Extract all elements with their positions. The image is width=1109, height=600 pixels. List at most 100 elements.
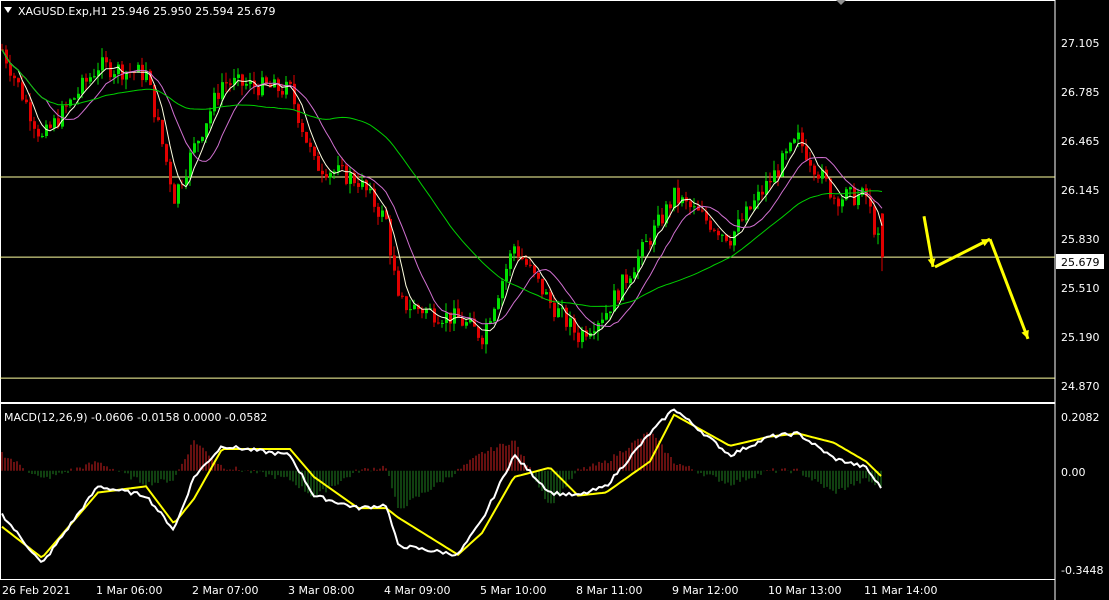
price-pane-border (0, 0, 1056, 403)
candle-body (237, 74, 240, 78)
candle (381, 205, 384, 222)
candle-body (113, 74, 116, 78)
candle-body (337, 165, 340, 172)
candle-body (777, 170, 780, 177)
trading-chart[interactable]: XAGUSD.Exp,H1 25.946 25.950 25.594 25.67… (0, 0, 1109, 600)
candle (93, 68, 96, 79)
triangle-down-icon[interactable] (4, 7, 12, 13)
candle (313, 145, 316, 161)
candle (377, 202, 380, 225)
candle (273, 74, 276, 88)
candle-body (501, 281, 504, 299)
candle-body (657, 214, 660, 226)
candle-body (157, 117, 160, 121)
candle (233, 68, 236, 91)
candle (677, 179, 680, 213)
candle-body (229, 83, 232, 85)
candle-body (525, 259, 528, 265)
candle (85, 73, 88, 90)
candle-body (761, 191, 764, 195)
horizontal-levels[interactable] (0, 176, 1055, 379)
candle (241, 73, 244, 96)
candle (345, 163, 348, 186)
candle (317, 152, 320, 172)
price-tick: 27.105 (1061, 37, 1100, 50)
candle-body (437, 322, 440, 324)
candle (193, 137, 196, 156)
candle-body (53, 118, 56, 128)
candle-body (461, 317, 464, 326)
candle-body (693, 206, 696, 208)
candle-body (649, 240, 652, 245)
candle (877, 227, 880, 245)
one-click-trading-toggle-icon[interactable] (836, 0, 846, 5)
candle (837, 196, 840, 216)
candle-body (381, 210, 384, 217)
candle-body (197, 140, 200, 144)
candle-body (393, 255, 396, 271)
candle (733, 230, 736, 252)
candle (805, 139, 808, 162)
candle (49, 121, 52, 130)
candle (321, 163, 324, 183)
candle-body (345, 165, 348, 184)
candle-body (517, 246, 520, 257)
candle-body (85, 77, 88, 82)
candle-body (749, 206, 752, 210)
candle (513, 243, 516, 262)
candle-body (41, 135, 44, 137)
candle (325, 168, 328, 181)
candle (589, 328, 592, 339)
candle-body (773, 170, 776, 183)
macd-histogram (1, 432, 882, 509)
candle (745, 201, 748, 223)
candle-body (173, 184, 176, 204)
forecast-arrow-down-short[interactable] (922, 215, 936, 268)
candle-body (737, 219, 740, 232)
candle (613, 284, 616, 312)
candle (161, 119, 164, 147)
candle (301, 119, 304, 137)
time-label: 2 Mar 07:00 (192, 584, 258, 597)
candle-body (61, 105, 64, 127)
candle-body (81, 77, 84, 94)
current-price-badge: 25.679 (1056, 254, 1104, 269)
candle (541, 278, 544, 299)
candle-body (605, 313, 608, 320)
candle-body (165, 144, 168, 162)
candle-body (613, 290, 616, 312)
candle (737, 209, 740, 236)
candle-body (493, 308, 496, 322)
candle-body (365, 180, 368, 191)
price-tick: 24.870 (1061, 380, 1100, 393)
candle (685, 191, 688, 210)
candle-body (161, 120, 164, 145)
candle (177, 183, 180, 208)
candle (73, 97, 76, 101)
candle-body (137, 64, 140, 73)
candle-body (541, 278, 544, 295)
time-label: 3 Mar 08:00 (288, 584, 354, 597)
candle-body (349, 172, 352, 184)
forecast-arrow-up[interactable] (934, 237, 991, 269)
candle-body (881, 213, 884, 258)
candle-body (357, 183, 360, 187)
candle-body (673, 187, 676, 209)
candle-body (177, 184, 180, 204)
forecast-arrow-down-long[interactable] (988, 238, 1030, 340)
candle-body (481, 337, 484, 345)
candle-body (785, 151, 788, 154)
candle (397, 266, 400, 297)
candle (309, 138, 312, 153)
candle-body (413, 305, 416, 310)
macd-pane-border (0, 403, 1056, 580)
time-label: 8 Mar 11:00 (576, 584, 642, 597)
forecast-arrows[interactable] (922, 215, 1030, 340)
candle (65, 101, 68, 114)
candle-body (689, 201, 692, 208)
candle (481, 335, 484, 350)
candle (157, 108, 160, 122)
candle-body (109, 62, 112, 78)
candle-body (453, 308, 456, 324)
candle-body (733, 231, 736, 246)
